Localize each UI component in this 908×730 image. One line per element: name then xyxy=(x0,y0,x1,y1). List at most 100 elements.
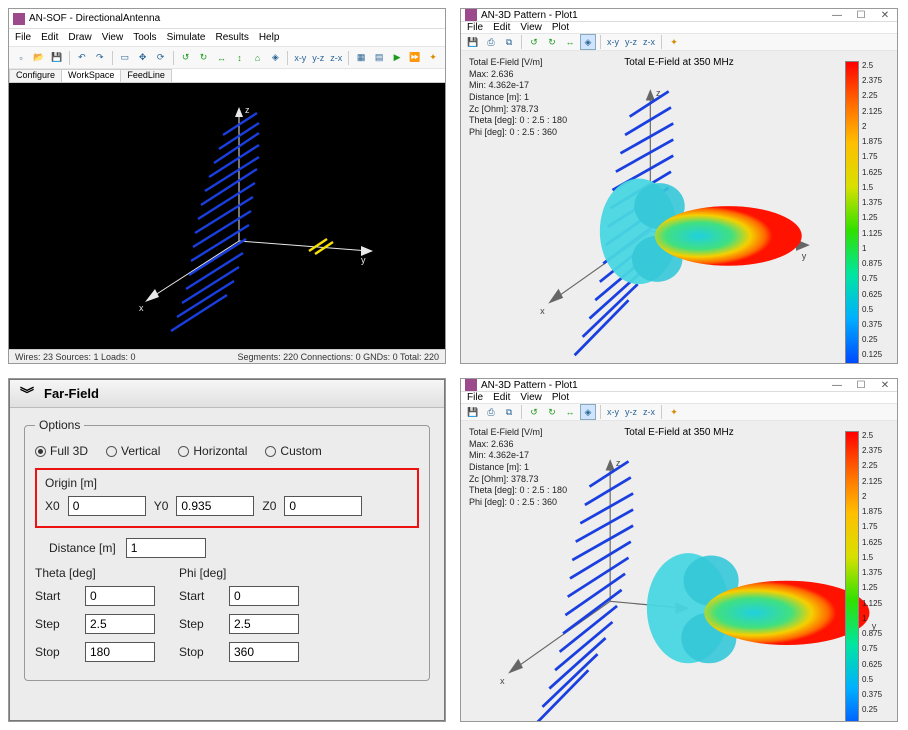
view-xy-button[interactable]: x-y xyxy=(292,50,308,66)
menu-view[interactable]: View xyxy=(520,22,542,33)
maximize-button[interactable]: ☐ xyxy=(853,10,869,21)
rotate-right-icon[interactable]: ↻ xyxy=(544,404,560,420)
axis-zoom-icon[interactable]: ↕ xyxy=(231,50,247,66)
view-xy-button[interactable]: x-y xyxy=(605,34,621,50)
run-all-icon[interactable]: ⏩ xyxy=(407,50,423,66)
menu-file[interactable]: File xyxy=(15,32,31,43)
view-zx-button[interactable]: z-x xyxy=(328,50,344,66)
x0-input[interactable] xyxy=(68,496,146,516)
menu-edit[interactable]: Edit xyxy=(41,32,58,43)
view-cube-icon[interactable]: ◈ xyxy=(580,34,596,50)
ansof-title: AN-SOF - DirectionalAntenna xyxy=(29,13,160,24)
axis-rotate-left-icon[interactable]: ↺ xyxy=(178,50,194,66)
save-icon[interactable]: 💾 xyxy=(465,34,481,50)
colorbar: 2.52.3752.252.12521.8751.751.6251.51.375… xyxy=(845,431,889,722)
tab-configure[interactable]: Configure xyxy=(9,69,62,82)
menu-help[interactable]: Help xyxy=(259,32,280,43)
save-icon[interactable]: 💾 xyxy=(49,50,65,66)
opt-custom[interactable]: Custom xyxy=(265,444,321,458)
menu-draw[interactable]: Draw xyxy=(68,32,91,43)
run-icon[interactable]: ▶ xyxy=(389,50,405,66)
settings-icon[interactable]: ✦ xyxy=(425,50,441,66)
menu-view[interactable]: View xyxy=(520,392,542,403)
view-zx-button[interactable]: z-x xyxy=(641,34,657,50)
theta-step-input[interactable] xyxy=(85,614,155,634)
axis-pan-icon[interactable]: ↔ xyxy=(214,50,230,66)
axis-rotate-right-icon[interactable]: ↻ xyxy=(196,50,212,66)
pan-icon[interactable]: ↔ xyxy=(562,34,578,50)
origin-box: Origin [m] X0 Y0 Z0 xyxy=(35,468,419,528)
theta-start-input[interactable] xyxy=(85,586,155,606)
pattern2-plot[interactable]: Total E-Field at 350 MHz Total E-Field [… xyxy=(461,421,897,722)
phi-stop-input[interactable] xyxy=(229,642,299,662)
move-icon[interactable]: ✥ xyxy=(135,50,151,66)
phi-label: Phi [deg] xyxy=(179,566,299,580)
close-button[interactable]: ✕ xyxy=(877,10,893,21)
farfield-header[interactable]: ︾ Far-Field xyxy=(10,380,444,408)
open-icon[interactable]: 📂 xyxy=(31,50,47,66)
menu-edit[interactable]: Edit xyxy=(493,392,510,403)
radio-icon xyxy=(35,446,46,457)
options-legend: Options xyxy=(35,418,84,432)
opt-full3d[interactable]: Full 3D xyxy=(35,444,88,458)
ansof-tabs: Configure WorkSpace FeedLine xyxy=(9,69,445,83)
pattern1-plot[interactable]: Total E-Field at 350 MHz Total E-Field [… xyxy=(461,51,897,364)
distance-input[interactable] xyxy=(126,538,206,558)
phi-start-input[interactable] xyxy=(229,586,299,606)
svg-text:x: x xyxy=(500,676,505,686)
pattern-window-1: AN-3D Pattern - Plot1 — ☐ ✕ File Edit Vi… xyxy=(460,8,898,364)
rotate-icon[interactable]: ⟳ xyxy=(153,50,169,66)
minimize-button[interactable]: — xyxy=(829,380,845,391)
select-icon[interactable]: ▭ xyxy=(117,50,133,66)
mesh-icon[interactable]: ✦ xyxy=(666,34,682,50)
farfield-title: Far-Field xyxy=(44,386,99,401)
grid-icon[interactable]: ▦ xyxy=(353,50,369,66)
opt-horizontal[interactable]: Horizontal xyxy=(178,444,247,458)
opt-vertical[interactable]: Vertical xyxy=(106,444,160,458)
menu-plot[interactable]: Plot xyxy=(552,22,569,33)
phi-step-input[interactable] xyxy=(229,614,299,634)
menu-plot[interactable]: Plot xyxy=(552,392,569,403)
view-yz-button[interactable]: y-z xyxy=(623,34,639,50)
view-cube-icon[interactable]: ◈ xyxy=(267,50,283,66)
mesh-icon[interactable]: ✦ xyxy=(666,404,682,420)
rotate-right-icon[interactable]: ↻ xyxy=(544,34,560,50)
menu-file[interactable]: File xyxy=(467,22,483,33)
rotate-left-icon[interactable]: ↺ xyxy=(526,34,542,50)
menu-simulate[interactable]: Simulate xyxy=(167,32,206,43)
menu-results[interactable]: Results xyxy=(215,32,248,43)
copy-icon[interactable]: ⧉ xyxy=(501,34,517,50)
view-yz-button[interactable]: y-z xyxy=(623,404,639,420)
rotate-left-icon[interactable]: ↺ xyxy=(526,404,542,420)
z0-input[interactable] xyxy=(284,496,362,516)
tab-feedline[interactable]: FeedLine xyxy=(120,69,172,82)
y0-input[interactable] xyxy=(176,496,254,516)
minimize-button[interactable]: — xyxy=(829,10,845,21)
reflector-wires xyxy=(171,113,259,331)
undo-icon[interactable]: ↶ xyxy=(74,50,90,66)
menu-file[interactable]: File xyxy=(467,392,483,403)
tab-workspace[interactable]: WorkSpace xyxy=(61,69,121,82)
close-button[interactable]: ✕ xyxy=(877,380,893,391)
view-zx-button[interactable]: z-x xyxy=(641,404,657,420)
y0-label: Y0 xyxy=(154,499,169,513)
menu-tools[interactable]: Tools xyxy=(133,32,156,43)
workspace-viewport[interactable]: z y x xyxy=(9,83,445,349)
axis-reset-icon[interactable]: ⌂ xyxy=(249,50,265,66)
save-icon[interactable]: 💾 xyxy=(465,404,481,420)
theta-stop-input[interactable] xyxy=(85,642,155,662)
menu-edit[interactable]: Edit xyxy=(493,22,510,33)
view-cube-icon[interactable]: ◈ xyxy=(580,404,596,420)
copy-icon[interactable]: ⧉ xyxy=(501,404,517,420)
menu-view[interactable]: View xyxy=(102,32,124,43)
new-icon[interactable]: ▫ xyxy=(13,50,29,66)
view-xy-button[interactable]: x-y xyxy=(605,404,621,420)
pan-icon[interactable]: ↔ xyxy=(562,404,578,420)
redo-icon[interactable]: ↷ xyxy=(92,50,108,66)
print-icon[interactable]: ⎙ xyxy=(483,34,499,50)
ansof-toolbar: ▫ 📂 💾 ↶ ↷ ▭ ✥ ⟳ ↺ ↻ ↔ ↕ ⌂ ◈ x-y y-z z-x … xyxy=(9,47,445,69)
maximize-button[interactable]: ☐ xyxy=(853,380,869,391)
wireframe-icon[interactable]: ▤ xyxy=(371,50,387,66)
view-yz-button[interactable]: y-z xyxy=(310,50,326,66)
print-icon[interactable]: ⎙ xyxy=(483,404,499,420)
